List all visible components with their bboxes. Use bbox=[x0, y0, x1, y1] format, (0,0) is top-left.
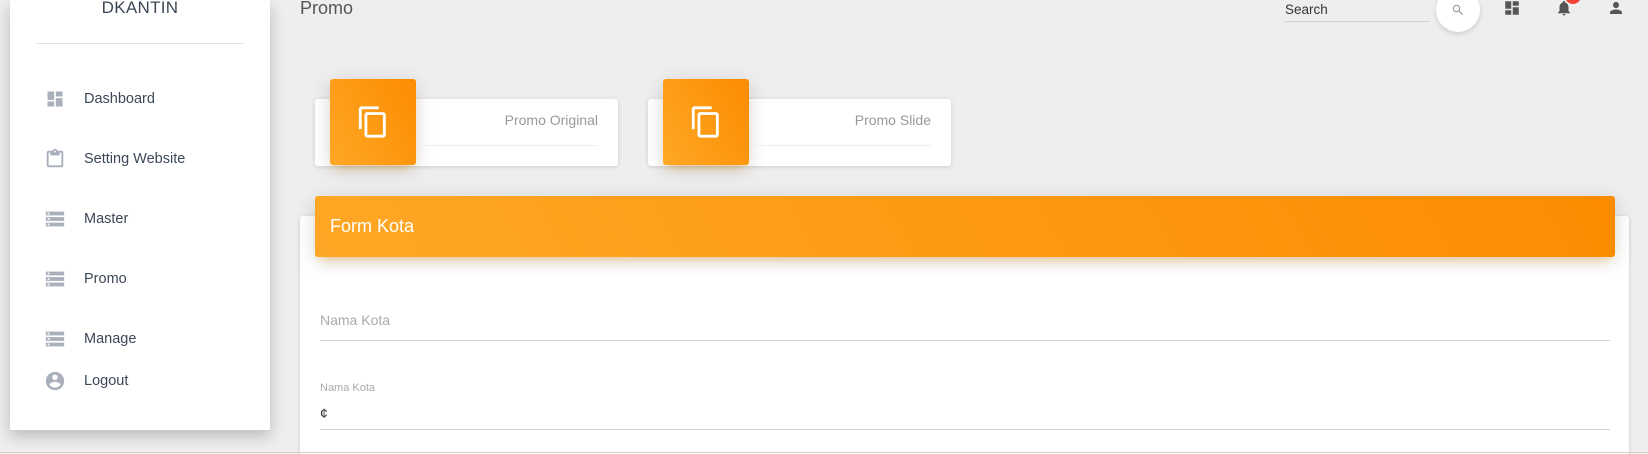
brand-logo-text[interactable]: DKANTIN bbox=[10, 0, 270, 18]
list-icon bbox=[44, 328, 66, 350]
copy-icon bbox=[691, 106, 719, 138]
sidebar-item-promo[interactable]: Promo bbox=[44, 266, 127, 292]
field-label: Nama Kota bbox=[320, 382, 376, 394]
sidebar-item-label: Dashboard bbox=[84, 91, 155, 107]
sidebar-item-master[interactable]: Master bbox=[44, 206, 128, 232]
brand-divider bbox=[36, 43, 244, 44]
stat-icon-box bbox=[663, 79, 749, 165]
stat-divider bbox=[754, 145, 931, 146]
bottom-divider bbox=[0, 452, 1648, 453]
list-icon bbox=[44, 208, 66, 230]
dashboard-icon bbox=[1505, 1, 1519, 15]
field-value[interactable]: ¢ bbox=[320, 405, 328, 421]
account-circle-icon bbox=[44, 370, 66, 392]
sidebar-item-label: Setting Website bbox=[84, 151, 186, 167]
profile-button[interactable] bbox=[1604, 0, 1628, 20]
copy-icon bbox=[358, 106, 386, 138]
person-icon bbox=[1610, 2, 1622, 14]
stat-card-promo-slide[interactable]: Promo Slide bbox=[648, 79, 951, 166]
search-icon bbox=[1452, 4, 1463, 15]
stat-title: Promo Original bbox=[504, 112, 598, 128]
clipboard-icon bbox=[44, 148, 66, 170]
stat-icon-box bbox=[330, 79, 416, 165]
sidebar-item-label: Promo bbox=[84, 271, 127, 287]
form-header: Form Kota bbox=[315, 196, 1615, 257]
sidebar-item-logout[interactable]: Logout bbox=[44, 368, 128, 394]
page-title: Promo bbox=[300, 0, 354, 18]
nama-kota-input[interactable] bbox=[320, 312, 1610, 328]
stat-card-promo-original[interactable]: Promo Original bbox=[315, 79, 618, 166]
stat-divider bbox=[421, 145, 598, 146]
sidebar-item-label: Logout bbox=[84, 373, 129, 389]
sidebar-item-dashboard[interactable]: Dashboard bbox=[44, 86, 155, 112]
nama-kota-select-field[interactable]: Nama Kota ¢ bbox=[320, 380, 1610, 430]
search-input[interactable] bbox=[1285, 0, 1430, 17]
sidebar: DKANTIN Dashboard Setting Website Master… bbox=[10, 0, 270, 430]
sidebar-item-label: Manage bbox=[84, 331, 137, 347]
list-icon bbox=[44, 268, 66, 290]
dashboard-button[interactable] bbox=[1500, 0, 1524, 20]
search-button[interactable] bbox=[1436, 0, 1480, 32]
sidebar-item-label: Master bbox=[84, 211, 129, 227]
sidebar-item-manage[interactable]: Manage bbox=[44, 326, 136, 352]
search-field[interactable] bbox=[1285, 0, 1430, 22]
sidebar-item-setting-website[interactable]: Setting Website bbox=[44, 146, 185, 172]
dashboard-icon bbox=[44, 88, 66, 110]
nama-kota-field[interactable] bbox=[320, 312, 1610, 341]
notifications-button[interactable]: 5 bbox=[1552, 0, 1581, 20]
stat-title: Promo Slide bbox=[854, 112, 931, 128]
